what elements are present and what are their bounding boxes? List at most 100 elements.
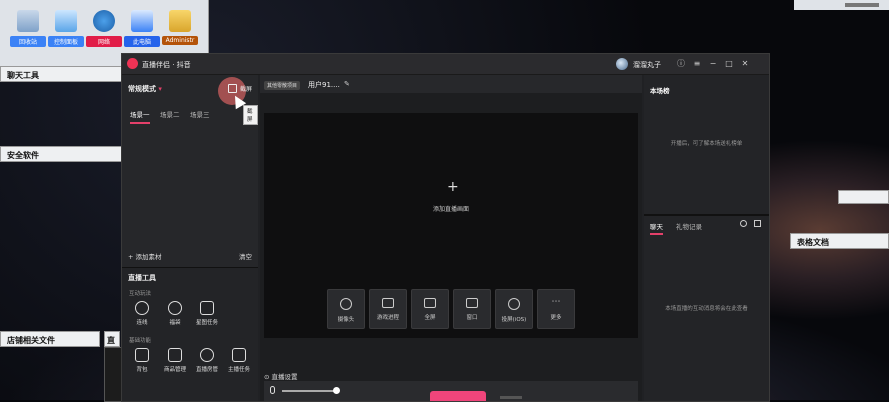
source-camera[interactable]: 摄像头 <box>327 289 365 329</box>
source-label: 摄像头 <box>337 317 355 323</box>
star-task-icon <box>200 301 214 315</box>
user-name[interactable]: 溜溜丸子 <box>633 60 661 70</box>
plus-icon[interactable]: + <box>447 179 459 195</box>
source-more[interactable]: ⋯ 更多 <box>537 289 575 329</box>
desktop-group-tiny[interactable]: 直 <box>104 331 120 347</box>
title-bar: 直播伴侣 · 抖音 溜溜丸子 ⓘ ≡ − □ ✕ <box>122 54 769 75</box>
group-label-interactive: 互动玩法 <box>129 291 152 297</box>
tool-host-task[interactable]: 主播任务 <box>222 348 256 373</box>
tool-link[interactable]: 连线 <box>125 301 159 326</box>
window-title: 直播伴侣 · 抖音 <box>142 61 191 69</box>
minimize-icon[interactable]: − <box>707 58 719 70</box>
desktop-group-label: 表格文档 <box>797 238 829 247</box>
desktop-group-label: 直 <box>107 336 115 345</box>
bottom-status-text <box>500 396 522 399</box>
shop-icon <box>168 348 182 362</box>
source-label: 窗口 <box>466 315 478 321</box>
help-icon[interactable]: ⓘ <box>675 58 687 70</box>
gamepad-icon <box>382 298 394 308</box>
maximize-icon[interactable]: □ <box>723 58 735 70</box>
tab-scene-3[interactable]: 场景三 <box>190 109 210 122</box>
desktop-top-right-strip <box>794 0 889 10</box>
tool-lucky-bag[interactable]: 福袋 <box>158 301 192 326</box>
desktop-tray-widget[interactable] <box>838 190 889 204</box>
scene-panel: 常规模式 ▾ 截屏 截屏 场景一 场景二 场景三 + 添加素材 清空 直播工具 … <box>122 75 258 401</box>
apple-icon <box>508 298 520 310</box>
group-label-basic: 基础功能 <box>129 338 152 344</box>
start-live-button[interactable] <box>430 391 486 401</box>
desktop-icon-computer[interactable]: 此电脑 <box>124 10 160 47</box>
desktop-icon-recycle-bin[interactable]: 回收站 <box>10 10 46 47</box>
backpack-icon <box>135 348 149 362</box>
desktop-group-spreadsheets[interactable]: 表格文档 <box>790 233 889 249</box>
panel-divider <box>644 214 769 216</box>
folder-icon <box>169 10 191 32</box>
popout-icon[interactable] <box>754 220 761 227</box>
source-game[interactable]: 游戏进程 <box>369 289 407 329</box>
screenshot-button[interactable]: 截屏 <box>240 84 252 93</box>
room-title: 用户91.... <box>308 81 340 89</box>
tool-label: 直播房管 <box>195 367 218 373</box>
tool-shop[interactable]: 商品管理 <box>158 348 192 373</box>
tool-label: 福袋 <box>169 320 181 326</box>
desktop-group-label: 安全软件 <box>7 151 39 160</box>
desktop-file-list <box>104 347 122 402</box>
source-label: 投屏(iOS) <box>501 317 527 323</box>
window-icon <box>466 298 478 308</box>
live-tools-panel: 直播工具 互动玩法 连线 福袋 星图任务 基础功能 背包 商品管理 直播房管 主… <box>122 267 258 401</box>
edit-icon[interactable]: ✎ <box>344 80 350 88</box>
tool-label: 主播任务 <box>227 367 250 373</box>
tool-label: 背包 <box>136 367 148 373</box>
tool-room-admin[interactable]: 直播房管 <box>190 348 224 373</box>
close-icon[interactable]: ✕ <box>739 58 751 70</box>
desktop-icon-label: Administr <box>162 36 198 45</box>
settings-icon[interactable] <box>740 220 747 227</box>
desktop-icon-label: 回收站 <box>10 36 46 47</box>
add-material-button[interactable]: + 添加素材 <box>128 251 162 261</box>
tool-label: 商品管理 <box>163 367 186 373</box>
tab-gift-records[interactable]: 礼物记录 <box>676 221 702 231</box>
control-bar <box>264 381 638 401</box>
tool-backpack[interactable]: 背包 <box>125 348 159 373</box>
desktop-icon-network[interactable]: 网络 <box>86 10 122 47</box>
clear-button[interactable]: 清空 <box>239 251 252 261</box>
source-ios-cast[interactable]: 投屏(iOS) <box>495 289 533 329</box>
source-fullscreen[interactable]: 全屏 <box>411 289 449 329</box>
desktop-icon-admin-folder[interactable]: Administr <box>162 10 198 45</box>
source-window[interactable]: 窗口 <box>453 289 491 329</box>
live-settings-button[interactable]: ⊙ 直播设置 <box>264 371 298 381</box>
gift-rank-title: 本场榜 <box>650 87 670 95</box>
room-category-chip[interactable]: 其他零散项目 <box>264 81 301 90</box>
link-icon <box>135 301 149 315</box>
live-canvas[interactable]: + 添加直播画面 <box>264 113 638 338</box>
volume-slider-handle[interactable] <box>333 387 340 394</box>
control-panel-icon <box>55 10 77 32</box>
camera-icon <box>340 298 352 310</box>
desktop-group-shop-files[interactable]: 店铺相关文件 <box>0 331 100 347</box>
desktop-icon-label: 网络 <box>86 36 122 47</box>
room-admin-icon <box>200 348 214 362</box>
tab-scene-2[interactable]: 场景二 <box>160 109 180 122</box>
volume-slider[interactable] <box>282 390 336 392</box>
desktop-group-security[interactable]: 安全软件 <box>0 146 122 162</box>
tab-chat[interactable]: 聊天 <box>650 221 663 235</box>
task-icon <box>232 348 246 362</box>
avatar[interactable] <box>616 58 628 70</box>
mode-selector[interactable]: 常规模式 ▾ <box>128 84 162 94</box>
room-info-bar: 其他零散项目 用户91.... ✎ <box>260 75 642 93</box>
tab-scene-1[interactable]: 场景一 <box>130 109 150 124</box>
screenshot-icon[interactable] <box>228 84 237 93</box>
live-companion-window: 直播伴侣 · 抖音 溜溜丸子 ⓘ ≡ − □ ✕ 常规模式 ▾ 截屏 截屏 场景… <box>121 53 770 402</box>
microphone-icon[interactable] <box>270 386 275 394</box>
desktop-group-label: 聊天工具 <box>7 71 39 80</box>
desktop-icon-control-panel[interactable]: 控制面板 <box>48 10 84 47</box>
preview-area: 其他零散项目 用户91.... ✎ + 添加直播画面 摄像头 游戏进程 全屏 窗… <box>260 75 642 401</box>
menu-icon[interactable]: ≡ <box>691 58 703 70</box>
tool-label: 星图任务 <box>195 320 218 326</box>
desktop-icon-label: 控制面板 <box>48 36 84 47</box>
desktop-group-chat-tools[interactable]: 聊天工具 <box>0 66 122 82</box>
add-screen-label: 添加直播画面 <box>432 206 469 213</box>
more-icon: ⋯ <box>551 297 561 307</box>
tool-star-task[interactable]: 星图任务 <box>190 301 224 326</box>
tooltip: 截屏 <box>243 105 258 125</box>
